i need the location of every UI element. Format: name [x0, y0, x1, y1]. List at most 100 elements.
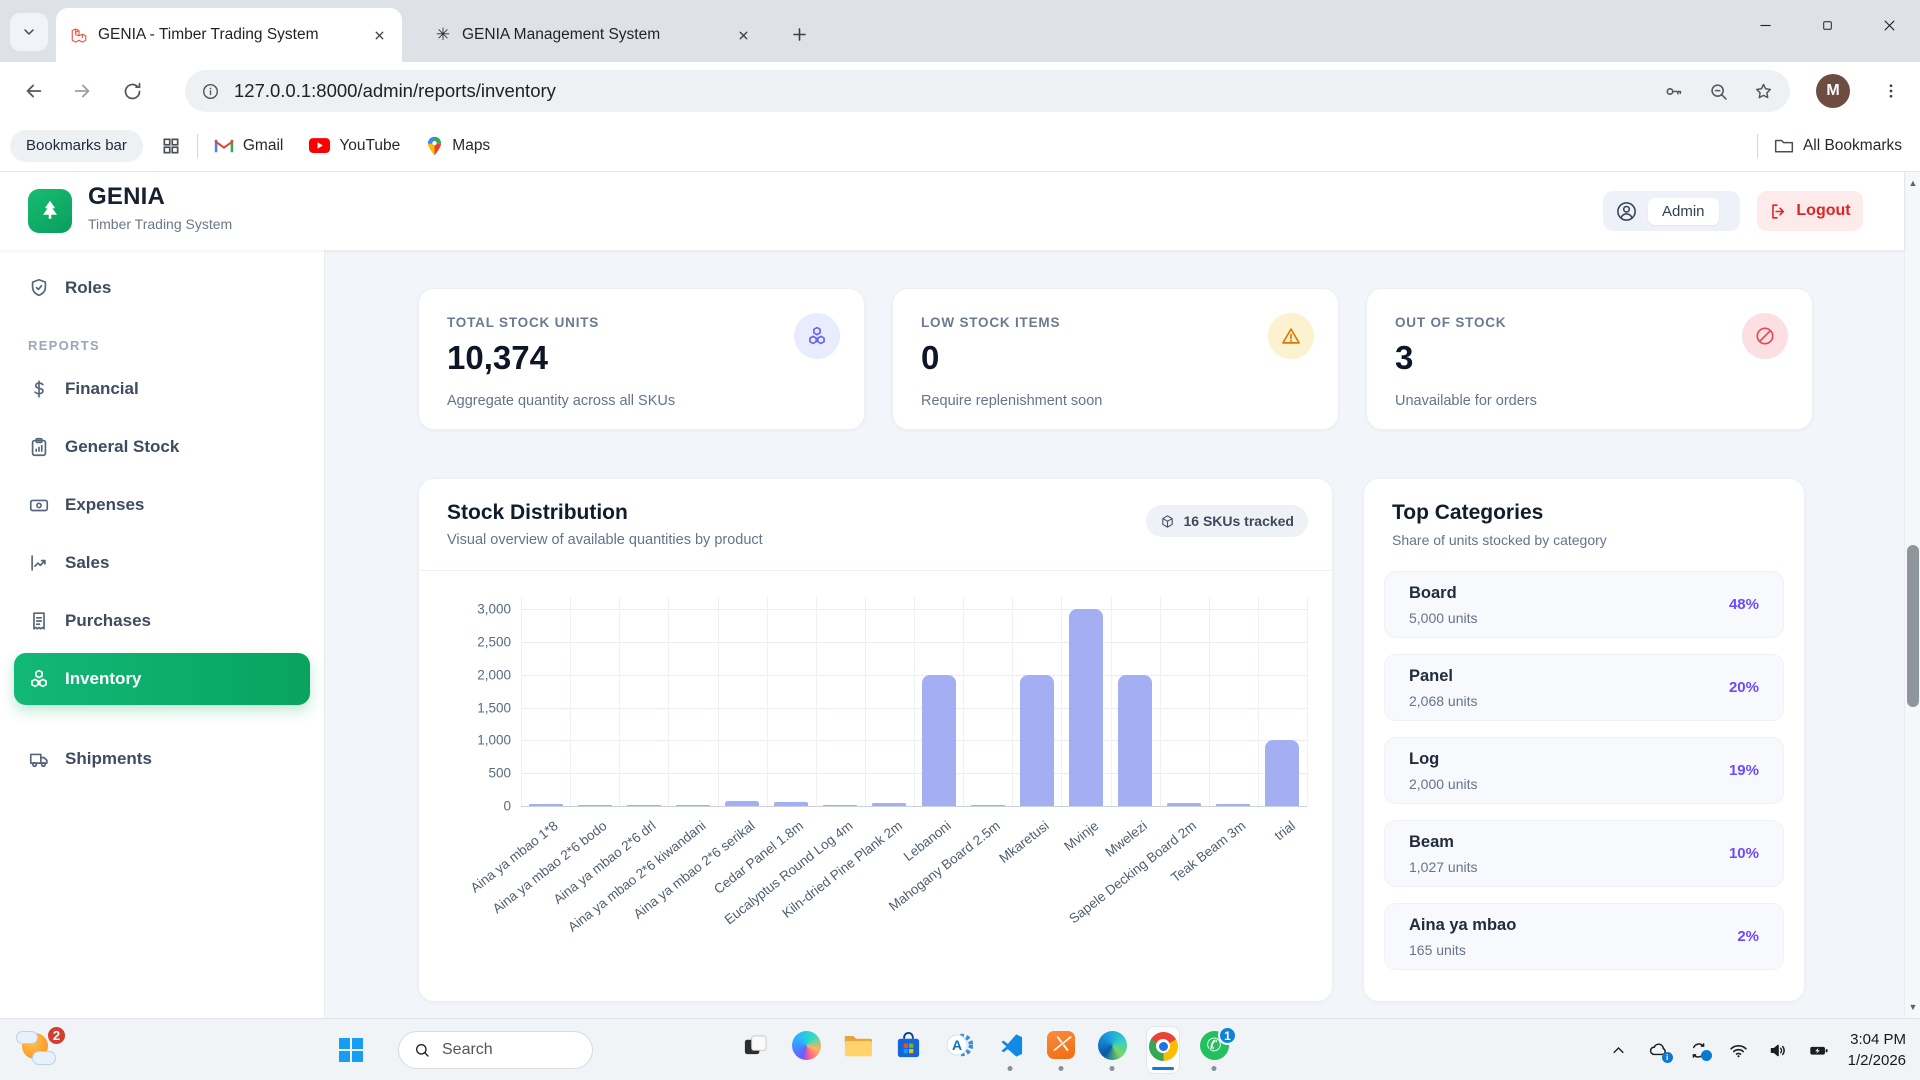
- back-button[interactable]: [20, 77, 48, 105]
- url-text[interactable]: 127.0.0.1:8000/admin/reports/inventory: [234, 80, 1649, 102]
- cubes-icon: [794, 313, 840, 359]
- scrollbar-thumb[interactable]: [1907, 545, 1919, 707]
- user-circle-icon: [1615, 200, 1638, 223]
- bar-mvinje: [1069, 609, 1103, 806]
- forward-button[interactable]: [68, 77, 96, 105]
- start-button[interactable]: [337, 1036, 365, 1064]
- tab-active[interactable]: GENIA - Timber Trading System: [56, 8, 402, 62]
- taskbar-app-a-gear-app[interactable]: A: [942, 1026, 976, 1074]
- onedrive-icon[interactable]: i: [1648, 1039, 1670, 1061]
- sidebar-item-expenses[interactable]: Expenses: [14, 479, 310, 531]
- running-indicator: [1110, 1066, 1115, 1071]
- gridline: [1209, 597, 1210, 806]
- close-window-button[interactable]: [1858, 0, 1920, 50]
- user-role-label: Admin: [1648, 198, 1719, 225]
- logout-button[interactable]: Logout: [1757, 191, 1863, 231]
- task-view-icon: [740, 1030, 770, 1060]
- category-row-panel: Panel 2,068 units 20%: [1384, 654, 1784, 721]
- category-percent: 48%: [1729, 596, 1759, 613]
- stat-card-low-stock-items: LOW STOCK ITEMS 0 Require replenishment …: [892, 288, 1339, 430]
- bookmark-star-icon[interactable]: [1753, 81, 1774, 102]
- reload-button[interactable]: [118, 77, 146, 105]
- profile-avatar[interactable]: M: [1816, 74, 1850, 108]
- maximize-button[interactable]: [1796, 0, 1858, 50]
- gridline: [1061, 597, 1062, 806]
- taskbar-app-vscode[interactable]: [993, 1026, 1027, 1074]
- categories-title: Top Categories: [1392, 501, 1543, 525]
- browser-menu-button[interactable]: [1878, 78, 1904, 104]
- apps-grid-icon[interactable]: [161, 136, 181, 156]
- stat-value: 10,374: [447, 339, 548, 377]
- sidebar-item-inventory[interactable]: Inventory: [14, 653, 310, 705]
- bookmarks-bar-chip[interactable]: Bookmarks bar: [10, 130, 143, 162]
- gridline: [816, 597, 817, 806]
- category-units: 1,027 units: [1409, 859, 1478, 875]
- all-bookmarks[interactable]: All Bookmarks: [1774, 137, 1902, 155]
- category-name: Aina ya mbao: [1409, 916, 1516, 935]
- page-scrollbar[interactable]: ▲ ▼: [1904, 172, 1920, 1018]
- taskbar-app-task-view[interactable]: [738, 1026, 772, 1074]
- y-axis-tick: 1,000: [425, 733, 511, 748]
- gridline: [1160, 597, 1161, 806]
- weather-widget[interactable]: 2: [14, 1027, 70, 1073]
- bookmark-gmail[interactable]: Gmail: [214, 137, 283, 155]
- bookmark-youtube[interactable]: YouTube: [309, 137, 400, 155]
- sidebar-item-general-stock[interactable]: General Stock: [14, 421, 310, 473]
- system-tray: i 3:04 PM 1/2/2026: [1608, 1019, 1920, 1080]
- gridline: [718, 597, 719, 806]
- password-key-icon[interactable]: [1663, 81, 1684, 102]
- scroll-up-arrow[interactable]: ▲: [1905, 174, 1920, 192]
- sidebar-nav: Roles REPORTS Financial General Stock Ex…: [0, 250, 325, 1018]
- scroll-down-arrow[interactable]: ▼: [1905, 998, 1920, 1016]
- new-tab-button[interactable]: [782, 17, 816, 51]
- bar-mwelezi: [1118, 675, 1152, 806]
- minimize-button[interactable]: [1734, 0, 1796, 50]
- cubes-icon: [28, 668, 50, 690]
- taskbar-app-copilot[interactable]: [789, 1026, 823, 1074]
- sidebar-item-purchases[interactable]: Purchases: [14, 595, 310, 647]
- category-units: 2,000 units: [1409, 776, 1478, 792]
- category-row-log: Log 2,000 units 19%: [1384, 737, 1784, 804]
- sidebar-item-sales[interactable]: Sales: [14, 537, 310, 589]
- zoom-icon[interactable]: [1708, 81, 1729, 102]
- tab-search-button[interactable]: [10, 13, 48, 51]
- chrome-icon: [1148, 1031, 1178, 1061]
- gridline: [963, 597, 964, 806]
- address-bar[interactable]: 127.0.0.1:8000/admin/reports/inventory: [185, 70, 1790, 112]
- taskbar-app-whatsapp[interactable]: ✆ 1: [1197, 1026, 1231, 1074]
- bookmark-maps[interactable]: Maps: [426, 136, 490, 156]
- bar-aina-ya-mbao-2-6-bodo: [578, 805, 612, 806]
- sidebar-item-label: Financial: [65, 379, 139, 399]
- tab-close-icon[interactable]: [734, 26, 752, 44]
- stat-value: 3: [1395, 339, 1413, 377]
- sidebar-item-financial[interactable]: Financial: [14, 363, 310, 415]
- bar-cedar-panel-1-8m: [774, 802, 808, 806]
- bar-aina-ya-mbao-2-6-serikal: [725, 801, 759, 806]
- battery-icon[interactable]: [1808, 1039, 1830, 1061]
- taskbar-app-chrome[interactable]: [1146, 1026, 1180, 1074]
- sidebar-section-label: REPORTS: [28, 338, 324, 353]
- bar-lebanoni: [922, 675, 956, 806]
- tab-close-icon[interactable]: [370, 26, 388, 44]
- site-info-icon[interactable]: [201, 82, 220, 101]
- wifi-icon[interactable]: [1728, 1039, 1750, 1061]
- taskbar-app-edge[interactable]: [1095, 1026, 1129, 1074]
- sidebar-item-roles[interactable]: Roles: [14, 262, 310, 314]
- gridline: [668, 597, 669, 806]
- taskbar-app-microsoft-store[interactable]: [891, 1026, 925, 1074]
- taskbar-clock[interactable]: 3:04 PM 1/2/2026: [1848, 1029, 1906, 1071]
- volume-icon[interactable]: [1768, 1039, 1790, 1061]
- category-row-board: Board 5,000 units 48%: [1384, 571, 1784, 638]
- bar-sapele-decking-board-2m: [1167, 803, 1201, 806]
- stat-caption: Unavailable for orders: [1395, 393, 1537, 409]
- user-chip[interactable]: Admin: [1603, 191, 1740, 231]
- gridline: [570, 597, 571, 806]
- taskbar-app-xampp[interactable]: ⤫: [1044, 1026, 1078, 1074]
- taskbar-app-file-explorer[interactable]: [840, 1026, 874, 1074]
- tab-inactive[interactable]: ✳ GENIA Management System: [420, 8, 766, 62]
- tray-chevron-up-icon[interactable]: [1608, 1039, 1630, 1061]
- youtube-icon: [309, 138, 330, 153]
- taskbar-search[interactable]: Search: [398, 1031, 593, 1069]
- sidebar-item-shipments[interactable]: Shipments: [14, 733, 310, 785]
- sync-icon[interactable]: [1688, 1039, 1710, 1061]
